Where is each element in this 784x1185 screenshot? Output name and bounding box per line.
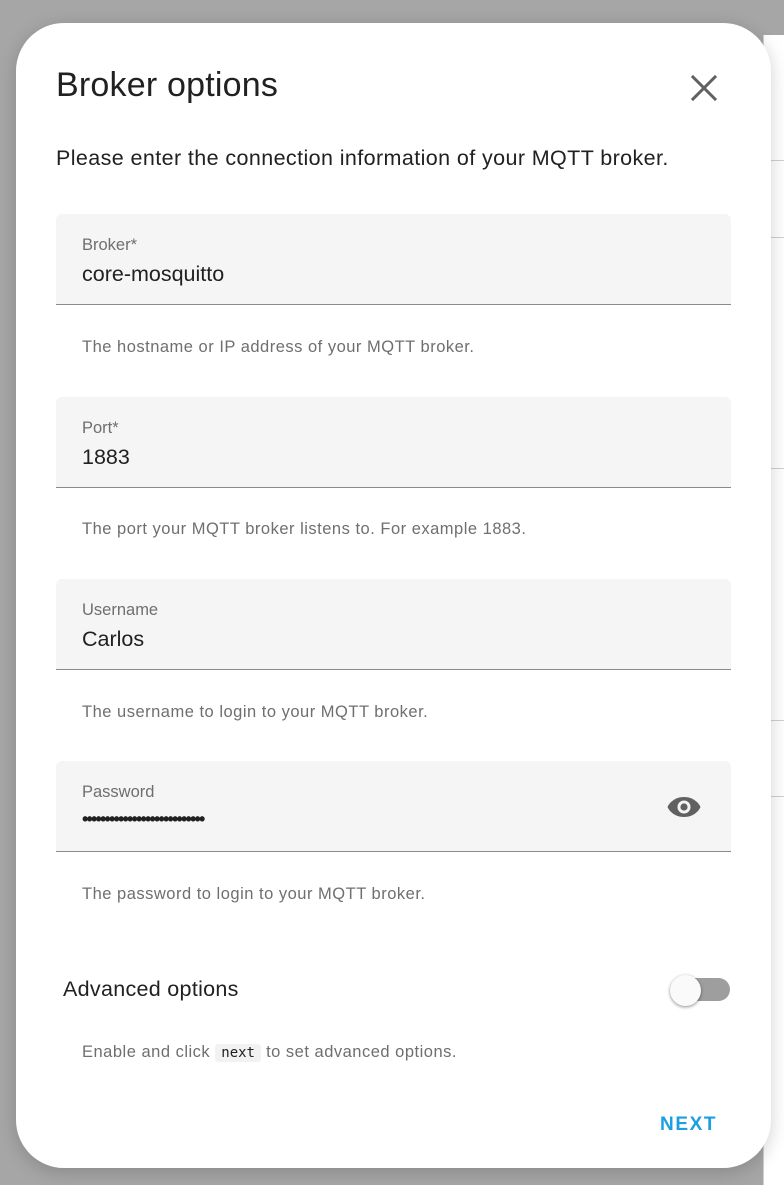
username-field-label: Username <box>82 601 159 619</box>
port-field[interactable]: Port* 1883 <box>56 397 731 488</box>
next-button[interactable]: NEXT <box>646 1108 731 1142</box>
advanced-options-helper-text: Enable and click next to set advanced op… <box>82 1041 457 1064</box>
broker-field[interactable]: Broker* core-mosquitto <box>56 214 731 305</box>
port-field-value[interactable]: 1883 <box>82 443 130 471</box>
password-field-label: Password <box>82 783 155 801</box>
broker-field-label: Broker* <box>82 236 138 254</box>
advanced-helper-code: next <box>215 1044 261 1062</box>
port-field-label: Port* <box>82 419 119 437</box>
switch-thumb <box>670 975 701 1006</box>
toggle-password-visibility-button[interactable] <box>666 793 702 821</box>
close-icon <box>690 74 718 102</box>
password-field[interactable]: Password ••••••••••••••••••••••••••• <box>56 761 731 852</box>
advanced-options-label: Advanced options <box>63 977 239 1001</box>
broker-field-value[interactable]: core-mosquitto <box>82 260 224 288</box>
advanced-helper-suffix: to set advanced options. <box>266 1043 457 1061</box>
close-button[interactable] <box>684 68 724 108</box>
username-field[interactable]: Username Carlos <box>56 579 731 670</box>
broker-helper-text: The hostname or IP address of your MQTT … <box>82 338 475 356</box>
dialog-title: Broker options <box>56 66 279 104</box>
broker-options-dialog: Broker options Please enter the connecti… <box>16 23 771 1168</box>
advanced-helper-prefix: Enable and click <box>82 1043 211 1061</box>
advanced-options-switch[interactable] <box>670 975 732 1006</box>
username-helper-text: The username to login to your MQTT broke… <box>82 703 429 721</box>
dialog-description: Please enter the connection information … <box>56 146 669 170</box>
password-helper-text: The password to login to your MQTT broke… <box>82 885 426 903</box>
port-helper-text: The port your MQTT broker listens to. Fo… <box>82 520 527 538</box>
username-field-value[interactable]: Carlos <box>82 625 144 653</box>
eye-icon <box>667 797 701 817</box>
password-field-value[interactable]: ••••••••••••••••••••••••••• <box>82 805 205 833</box>
